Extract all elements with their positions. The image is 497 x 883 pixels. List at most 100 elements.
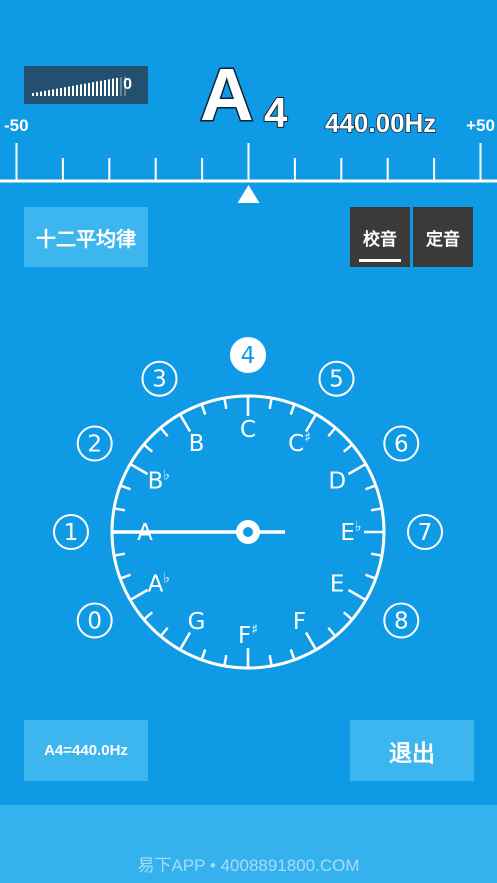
level-bar [116, 77, 118, 96]
note-label-c-sharp[interactable]: C♯ [288, 430, 311, 457]
note-label-f[interactable]: F [293, 609, 306, 635]
level-bar [120, 77, 122, 96]
dial-tick [342, 611, 353, 621]
level-bar [96, 81, 98, 96]
dial-tick [159, 626, 169, 637]
octave-option-5[interactable]: 5 [318, 360, 355, 397]
note-label-g[interactable]: G [188, 609, 206, 635]
dial-tick [129, 588, 149, 602]
dial-tick [327, 427, 337, 438]
dial-tick [370, 552, 383, 557]
level-bar [60, 87, 62, 96]
dial-tick [365, 573, 377, 580]
dial-tick [119, 484, 131, 491]
octave-label: 4 [241, 343, 256, 369]
footer-watermark: 易下APP • 4008891800.COM [137, 856, 360, 875]
temperament-label: 十二平均律 [36, 228, 136, 251]
dial-hub-center [243, 527, 253, 537]
dial-tick [289, 649, 296, 661]
octave-label: 3 [152, 367, 167, 393]
dial-tick [304, 631, 318, 651]
dial-tick [223, 397, 228, 410]
dial-tick [143, 611, 154, 621]
octave-option-7[interactable]: 7 [407, 514, 443, 550]
level-bar [36, 92, 38, 96]
level-bars [32, 76, 126, 96]
note-label-c[interactable]: C [240, 417, 256, 443]
dial-tick [113, 507, 126, 512]
tab-fixed-pitch-label: 定音 [426, 229, 460, 249]
dial-tick [268, 397, 273, 410]
reference-pitch-button[interactable]: A4=440.0Hz [24, 720, 148, 781]
octave-label: 2 [87, 432, 102, 458]
level-bar [108, 79, 110, 96]
exit-label: 退出 [389, 739, 435, 766]
octave-option-4[interactable]: 4 [230, 337, 266, 373]
dial-tick [347, 462, 367, 476]
level-bar [104, 80, 106, 96]
octave-option-6[interactable]: 6 [383, 425, 420, 462]
level-bar [40, 91, 42, 96]
pitch-dial[interactable]: CC♯DE♭EFF♯GA♭AB♭B012345678 [0, 320, 497, 690]
level-bar [64, 87, 66, 96]
tab-tune[interactable]: 校音 [350, 207, 410, 267]
dial-tick [113, 552, 126, 557]
note-label-b[interactable]: B [189, 431, 205, 457]
pitch-pointer-triangle [237, 185, 260, 203]
note-label-e-flat[interactable]: E♭ [340, 519, 361, 546]
level-bar [76, 85, 78, 96]
input-level-meter: 0 [24, 66, 148, 104]
dial-tick [268, 654, 273, 667]
note-label-f-sharp[interactable]: F♯ [238, 622, 258, 649]
octave-option-1[interactable]: 1 [53, 514, 89, 550]
level-bar [52, 89, 54, 96]
dial-tick [159, 427, 169, 438]
note-octave: 4 [263, 89, 288, 136]
octave-label: 7 [418, 520, 433, 546]
level-bar [80, 84, 82, 96]
note-label-a-flat[interactable]: A♭ [148, 571, 170, 598]
note-name: A [198, 53, 254, 136]
note-label-e[interactable]: E [330, 572, 345, 598]
dial-tick [143, 443, 154, 453]
octave-label: 5 [329, 367, 344, 393]
dial-tick [327, 626, 337, 637]
active-tab-indicator [359, 259, 401, 262]
octave-label: 0 [87, 609, 102, 635]
octave-label: 1 [64, 520, 79, 546]
frequency-readout: 440.00Hz [324, 108, 437, 138]
dial-tick [200, 649, 207, 661]
note-label-d[interactable]: D [328, 469, 346, 495]
tab-fixed-pitch[interactable]: 定音 [413, 207, 473, 267]
dial-tick [178, 413, 192, 433]
dial-tick [365, 484, 377, 491]
cents-min-label: -50 [4, 116, 29, 135]
level-bar [48, 90, 50, 96]
level-bar [44, 90, 46, 96]
reference-pitch-label: A4=440.0Hz [44, 742, 128, 759]
octave-option-3[interactable]: 3 [141, 360, 178, 397]
level-value: 0 [123, 76, 132, 93]
level-bar [84, 83, 86, 96]
level-bar [32, 93, 34, 96]
cents-max-label: +50 [466, 116, 495, 135]
dial-tick [223, 654, 228, 667]
dial-tick [200, 403, 207, 415]
level-bar [88, 82, 90, 96]
cents-ruler [0, 143, 497, 203]
octave-option-0[interactable]: 0 [76, 602, 113, 639]
octave-option-2[interactable]: 2 [76, 425, 113, 462]
level-bar [68, 86, 70, 96]
level-bar [100, 80, 102, 96]
level-bar [72, 85, 74, 96]
note-label-b-flat[interactable]: B♭ [148, 468, 170, 495]
level-bar [112, 78, 114, 96]
level-bar [56, 88, 58, 96]
tab-tune-label: 校音 [363, 229, 397, 249]
exit-button[interactable]: 退出 [350, 720, 474, 781]
dial-tick [129, 462, 149, 476]
dial-tick [289, 403, 296, 415]
dial-tick [119, 573, 131, 580]
octave-option-8[interactable]: 8 [383, 602, 420, 639]
temperament-button[interactable]: 十二平均律 [24, 207, 148, 267]
